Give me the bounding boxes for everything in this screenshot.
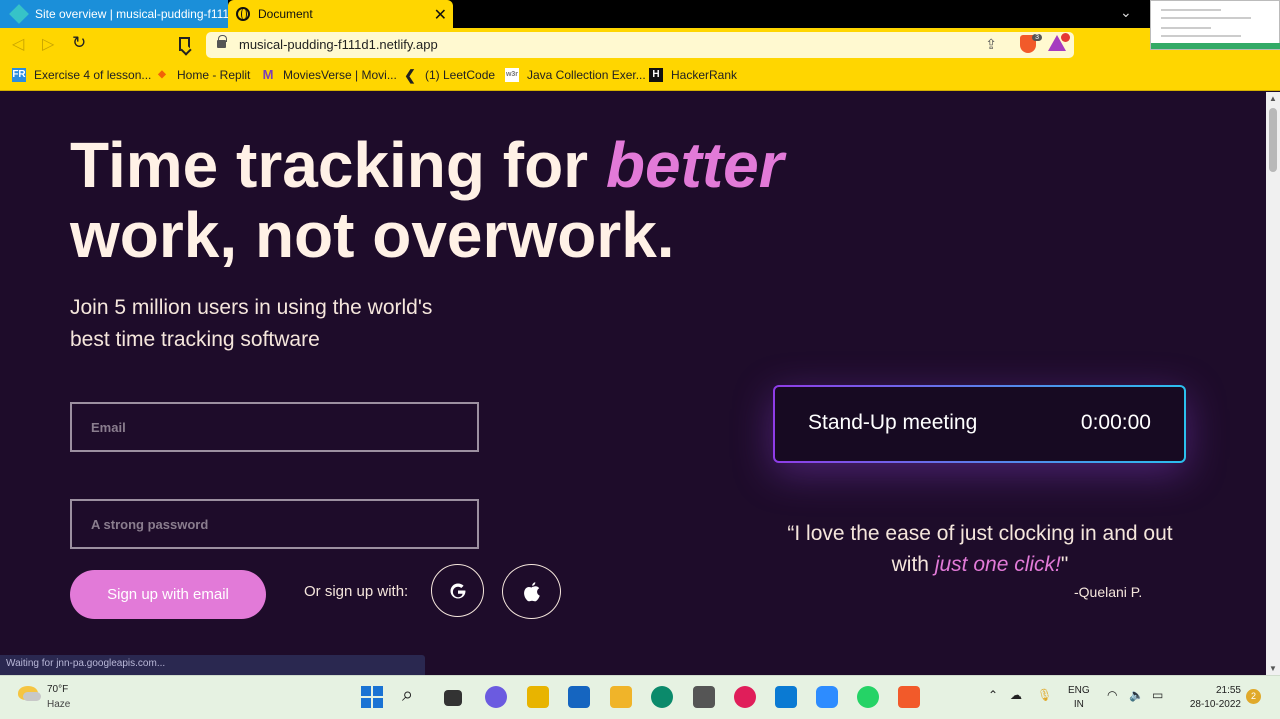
bookmark-label: Home - Replit bbox=[177, 68, 251, 82]
page-content: Time tracking for better work, not overw… bbox=[0, 92, 1266, 675]
weather-temperature[interactable]: 70°F bbox=[47, 684, 68, 695]
windows-start-icon[interactable] bbox=[361, 686, 383, 708]
close-tab-icon[interactable]: ✕ bbox=[434, 5, 447, 25]
bookmark-java-collection[interactable]: w3r Java Collection Exer... bbox=[505, 68, 646, 82]
hero-title-part1: Time tracking for bbox=[70, 129, 606, 201]
bookmark-label: (1) LeetCode bbox=[425, 68, 496, 82]
system-clock[interactable]: 21:55 28-10-2022 bbox=[1183, 684, 1241, 712]
quote-accent: just one click! bbox=[934, 553, 1061, 576]
store-icon[interactable] bbox=[568, 686, 590, 708]
widgets-icon[interactable] bbox=[527, 686, 549, 708]
bookmark-hackerrank[interactable]: H HackerRank bbox=[649, 68, 737, 82]
zoom-icon[interactable] bbox=[816, 686, 838, 708]
language-indicator[interactable]: ENG IN bbox=[1068, 684, 1090, 712]
apple-signup-button[interactable] bbox=[502, 564, 561, 619]
bookmark-exercise[interactable]: FR Exercise 4 of lesson... bbox=[12, 68, 151, 82]
app-m-icon[interactable] bbox=[693, 686, 715, 708]
region-code: IN bbox=[1073, 699, 1084, 710]
apple-icon bbox=[523, 581, 540, 601]
bookmark-label: MoviesVerse | Movi... bbox=[283, 68, 397, 82]
scrollbar-thumb[interactable] bbox=[1269, 108, 1277, 172]
bookmark-label: HackerRank bbox=[671, 68, 738, 82]
search-icon[interactable]: ⌕ bbox=[402, 684, 424, 706]
scroll-down-icon[interactable]: ▼ bbox=[1269, 664, 1277, 673]
google-signup-button[interactable] bbox=[431, 564, 484, 617]
testimonial-author: -Quelani P. bbox=[1074, 584, 1143, 600]
testimonial-quote: “I love the ease of just clocking in and… bbox=[780, 518, 1180, 580]
timer-card[interactable]: Stand-Up meeting 0:00:00 bbox=[773, 385, 1186, 463]
browser-status-bar: Waiting for jnn-pa.googleapis.com... bbox=[0, 655, 425, 675]
microphone-icon[interactable]: 🎙 bbox=[1037, 688, 1052, 702]
tray-overflow-icon[interactable]: ⌃ bbox=[988, 688, 998, 702]
forward-arrow-icon[interactable]: ▷ bbox=[42, 34, 54, 54]
windows-taskbar: 70°F Haze ⌕ ⌃ ☁ 🎙 ENG IN ◠ 🔈 ▭ 21:55 28-… bbox=[0, 675, 1280, 719]
battery-icon[interactable]: ▭ bbox=[1152, 688, 1163, 702]
notification-badge[interactable]: 2 bbox=[1246, 689, 1261, 704]
hackerrank-icon: H bbox=[649, 68, 663, 82]
volume-icon[interactable]: 🔈 bbox=[1129, 688, 1144, 702]
weather-icon[interactable] bbox=[18, 686, 41, 701]
bookmark-label: Exercise 4 of lesson... bbox=[34, 68, 152, 82]
scroll-up-icon[interactable]: ▲ bbox=[1269, 94, 1277, 103]
weather-description[interactable]: Haze bbox=[47, 699, 70, 710]
bookmark-leetcode[interactable]: ❮ (1) LeetCode bbox=[403, 68, 495, 82]
address-bar[interactable]: musical-pudding-f111d1.netlify.app ⇪ 3 bbox=[206, 32, 1074, 58]
chevron-down-icon[interactable]: ⌄ bbox=[1120, 4, 1132, 21]
shields-count-badge: 3 bbox=[1032, 34, 1042, 41]
bookmark-moviesverse[interactable]: M MoviesVerse | Movi... bbox=[261, 67, 397, 83]
tab-document[interactable]: Document ✕ bbox=[228, 0, 453, 28]
tab-site-overview[interactable]: Site overview | musical-pudding-f111d1 bbox=[0, 0, 228, 28]
quote-end: " bbox=[1060, 553, 1069, 576]
tab-label: Document bbox=[258, 7, 313, 21]
wifi-icon[interactable]: ◠ bbox=[1107, 688, 1117, 702]
email-input[interactable] bbox=[70, 402, 479, 452]
hero-title: Time tracking for better work, not overw… bbox=[70, 130, 830, 270]
browser-tab-bar: Site overview | musical-pudding-f111d1 D… bbox=[0, 0, 1280, 28]
netlify-icon bbox=[9, 4, 29, 24]
w3resource-icon: w3r bbox=[505, 68, 519, 82]
brave-taskbar-icon[interactable] bbox=[898, 686, 920, 708]
reload-icon[interactable]: ↻ bbox=[72, 33, 86, 53]
freecodecamp-icon: FR bbox=[12, 68, 26, 82]
tab-label: Site overview | musical-pudding-f111d1 bbox=[35, 7, 228, 21]
share-icon[interactable]: ⇪ bbox=[985, 36, 997, 53]
file-explorer-icon[interactable] bbox=[610, 686, 632, 708]
timer-value: 0:00:00 bbox=[1080, 411, 1151, 434]
bookmark-replit[interactable]: ◆ Home - Replit bbox=[155, 68, 250, 82]
hero-subtitle: Join 5 million users in using the world'… bbox=[70, 296, 433, 351]
bookmark-label: Java Collection Exer... bbox=[527, 68, 646, 82]
bookmarks-bar: FR Exercise 4 of lesson... ◆ Home - Repl… bbox=[0, 62, 1280, 91]
language-code: ENG bbox=[1068, 685, 1090, 696]
bookmark-icon[interactable] bbox=[179, 37, 190, 51]
globe-icon bbox=[236, 7, 250, 21]
onedrive-icon[interactable]: ☁ bbox=[1010, 688, 1022, 702]
url-text[interactable]: musical-pudding-f111d1.netlify.app bbox=[239, 37, 438, 52]
lock-icon bbox=[217, 35, 227, 48]
hero-title-part2: work, not overwork. bbox=[70, 199, 675, 271]
or-signup-label: Or sign up with: bbox=[304, 583, 409, 600]
whatsapp-icon[interactable] bbox=[857, 686, 879, 708]
back-arrow-icon[interactable]: ◁ bbox=[12, 34, 24, 54]
signup-email-button[interactable]: Sign up with email bbox=[70, 570, 266, 619]
timer-task-label: Stand-Up meeting bbox=[808, 411, 978, 434]
slack-icon[interactable] bbox=[734, 686, 756, 708]
teams-chat-icon[interactable] bbox=[485, 686, 507, 708]
hero-title-accent: better bbox=[605, 129, 784, 201]
clock-time: 21:55 bbox=[1215, 685, 1241, 696]
edge-icon[interactable] bbox=[651, 686, 673, 708]
vscode-icon[interactable] bbox=[775, 686, 797, 708]
google-icon bbox=[450, 583, 466, 598]
window-preview-thumbnail[interactable] bbox=[1150, 0, 1280, 50]
rewards-badge bbox=[1061, 33, 1070, 42]
replit-icon: ◆ bbox=[158, 69, 166, 80]
clock-date: 28-10-2022 bbox=[1189, 699, 1241, 710]
moviesverse-icon: M bbox=[262, 67, 274, 82]
page-scrollbar[interactable]: ▲ ▼ bbox=[1266, 92, 1280, 675]
task-view-icon[interactable] bbox=[444, 690, 462, 706]
password-input[interactable] bbox=[70, 499, 479, 549]
leetcode-icon: ❮ bbox=[404, 67, 416, 83]
browser-toolbar: ◁ ▷ ↻ musical-pudding-f111d1.netlify.app… bbox=[0, 28, 1280, 62]
